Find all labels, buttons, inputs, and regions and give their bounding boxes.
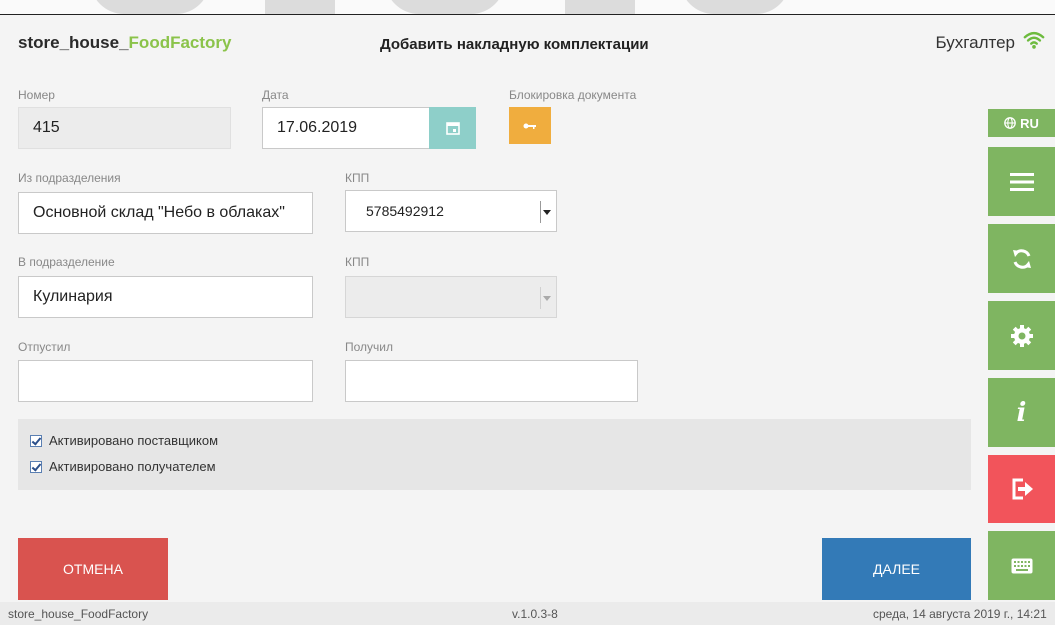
kpp-to-label: КПП [345, 255, 370, 269]
kpp-to-select [345, 276, 557, 318]
chevron-down-icon [540, 287, 552, 309]
released-label: Отпустил [18, 340, 71, 354]
top-decorative-strip [0, 0, 1055, 14]
sync-icon [1012, 248, 1031, 269]
lock-document-button[interactable] [509, 107, 551, 144]
footer-version: v.1.0.3-8 [512, 607, 558, 621]
page-title: Добавить накладную комплектации [380, 36, 649, 53]
brand-accent: FoodFactory [128, 33, 232, 52]
settings-button[interactable] [988, 301, 1055, 370]
logout-icon [1012, 478, 1033, 500]
kpp-from-select[interactable]: 5785492912 [345, 190, 557, 232]
number-label: Номер [18, 88, 55, 102]
supplier-checkbox[interactable] [30, 434, 42, 447]
activation-panel: Активировано поставщиком Активировано по… [18, 419, 971, 490]
receiver-checkbox[interactable] [30, 460, 42, 473]
status-bar: store_house_FoodFactory v.1.0.3-8 среда,… [0, 602, 1055, 625]
keyboard-button[interactable] [988, 531, 1055, 600]
brand-main: store_house_ [18, 33, 129, 52]
released-field[interactable] [18, 360, 313, 402]
kpp-from-value: 5785492912 [366, 203, 444, 219]
kpp-from-label: КПП [345, 171, 370, 185]
keyboard-icon [1011, 558, 1032, 573]
gear-icon [1010, 324, 1033, 347]
wifi-icon [1023, 31, 1045, 49]
menu-icon [1009, 172, 1034, 191]
menu-button[interactable] [988, 147, 1055, 216]
info-button[interactable]: i [988, 378, 1055, 447]
brand-logo: store_house_FoodFactory [18, 33, 232, 53]
date-label: Дата [262, 88, 289, 102]
cancel-button[interactable]: ОТМЕНА [18, 538, 168, 600]
supplier-checkbox-label: Активировано поставщиком [49, 433, 219, 448]
receiver-checkbox-row[interactable]: Активировано получателем [30, 459, 216, 474]
info-icon: i [1016, 397, 1027, 428]
key-icon [523, 123, 536, 129]
logout-button[interactable] [988, 455, 1055, 523]
from-dept-field[interactable]: Основной склад "Небо в облаках" [18, 192, 313, 234]
sync-button[interactable] [988, 224, 1055, 293]
globe-icon [1004, 117, 1016, 129]
to-dept-label: В подразделение [18, 255, 115, 269]
date-field[interactable]: 17.06.2019 [262, 107, 430, 149]
footer-app-name: store_house_FoodFactory [8, 607, 149, 621]
received-field[interactable] [345, 360, 638, 402]
number-field: 415 [18, 107, 231, 149]
next-button[interactable]: ДАЛЕЕ [822, 538, 971, 600]
app-header: store_house_FoodFactory Добавить накладн… [0, 14, 1055, 72]
calendar-button[interactable] [429, 107, 476, 149]
supplier-checkbox-row[interactable]: Активировано поставщиком [30, 433, 218, 448]
received-label: Получил [345, 340, 393, 354]
from-dept-label: Из подразделения [18, 171, 121, 185]
chevron-down-icon [540, 201, 552, 223]
calendar-icon [445, 122, 460, 135]
language-label: RU [1020, 115, 1039, 131]
lock-label: Блокировка документа [509, 88, 637, 102]
user-role[interactable]: Бухгалтер [936, 33, 1016, 53]
language-button[interactable]: RU [988, 109, 1055, 137]
footer-datetime: среда, 14 августа 2019 г., 14:21 [873, 607, 1047, 621]
receiver-checkbox-label: Активировано получателем [49, 459, 216, 474]
to-dept-field[interactable]: Кулинария [18, 276, 313, 318]
